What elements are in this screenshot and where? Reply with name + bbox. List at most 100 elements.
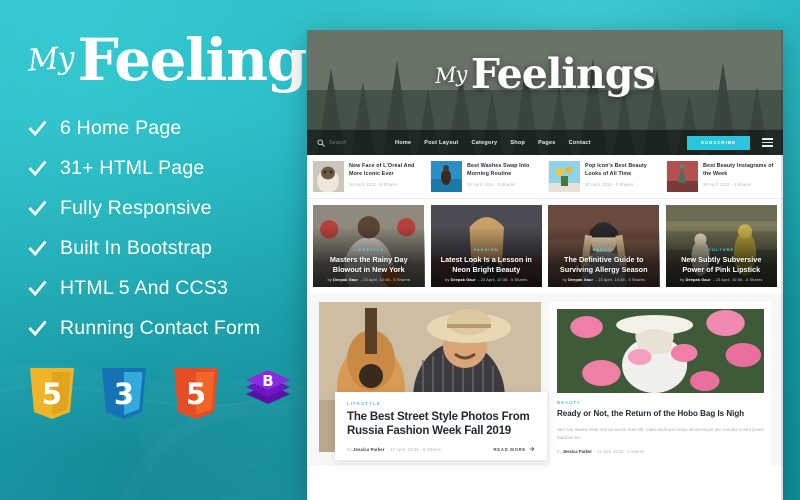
strip-card[interactable]: Best Washes Swap Into Morning Routine 26… (431, 161, 549, 192)
read-more-link[interactable]: READ MORE (493, 446, 535, 452)
featured-body: BEAUTY The Definitive Guide to Surviving… (548, 247, 660, 282)
check-icon (28, 281, 47, 297)
feature-item: 6 Home Page (28, 117, 292, 140)
main-post-overlay: LIFESTYLE The Best Street Style Photos F… (335, 391, 547, 460)
check-icon (28, 161, 47, 177)
featured-author: Deepak Gaur (685, 278, 711, 282)
featured-title: Masters the Rainy Day Blowout in New Yor… (329, 254, 408, 274)
featured-category: BEAUTY (592, 247, 616, 253)
feature-label: Fully Responsive (60, 197, 212, 220)
feature-label: Running Contact Form (60, 317, 261, 340)
featured-date: 23 April, 10:36 - 5 Shares (598, 278, 645, 282)
strip-meta: 26 April, 2011 - 5 Shares (349, 181, 398, 187)
nav-link-category[interactable]: Category (472, 140, 498, 146)
side-post-title: Ready or Not, the Return of the Hobo Bag… (557, 409, 745, 418)
side-post-date: 23 April, 10:36 - 5 Shares (596, 449, 645, 455)
featured-card[interactable]: CULTURE New Subtly Subversive Power of P… (665, 205, 778, 287)
featured-body: FASHION Latest Look Is a Lesson in Neon … (431, 247, 543, 282)
site-hero: My Feelings Home Post Layout Category Sh… (307, 30, 783, 155)
strip-card[interactable]: Best Beauty Instagrams of the Week 26 Ap… (667, 161, 783, 192)
feature-label: 6 Home Page (60, 117, 182, 140)
featured-title: The Definitive Guide to Surviving Allerg… (559, 254, 648, 274)
feature-label: Built In Bootstrap (60, 237, 213, 260)
site-navbar: Home Post Layout Category Shop Pages Con… (307, 129, 783, 155)
feature-item: HTML 5 And CCS3 (28, 277, 292, 300)
strip-card[interactable]: New Face of L'Oréal And More Iconic Ever… (313, 161, 431, 192)
nav-link-post-layout[interactable]: Post Layout (424, 140, 458, 146)
featured-title: Latest Look Is a Lesson in Neon Bright B… (440, 254, 532, 274)
javascript-badge-icon: 5 (30, 368, 74, 419)
strip-thumbnail (549, 161, 580, 192)
main-post-category: LIFESTYLE (347, 400, 381, 406)
mock-right-edge (781, 30, 783, 500)
main-post-meta-row: by Jessica Parker - 23 April, 10:36 - 5 … (347, 446, 535, 452)
promo-logo-my: My (26, 40, 75, 79)
featured-date: 23 April, 10:36 - 5 Shares (363, 278, 410, 282)
side-post-meta: by Jessica Parker - 23 April, 10:36 - 5 … (557, 449, 645, 455)
featured-body: LIFESTYLE Masters the Rainy Day Blowout … (313, 247, 425, 282)
strip-thumbnail (667, 161, 698, 192)
site-logo-main: Feelings (470, 50, 656, 98)
svg-text:5: 5 (42, 377, 62, 411)
feature-label: 31+ HTML Page (60, 157, 205, 180)
side-post-image (557, 309, 764, 393)
search-box[interactable] (317, 139, 389, 147)
feature-item: Running Contact Form (28, 317, 292, 340)
svg-text:3: 3 (114, 377, 134, 411)
nav-link-contact[interactable]: Contact (569, 140, 591, 146)
main-post-by-label: by (347, 446, 352, 452)
side-post-card[interactable]: BEAUTY Ready or Not, the Return of the H… (550, 302, 771, 466)
featured-date: 23 April, 10:36 - 5 Shares (480, 278, 528, 282)
nav-link-shop[interactable]: Shop (510, 140, 525, 146)
search-input[interactable] (329, 139, 381, 146)
nav-link-pages[interactable]: Pages (538, 140, 555, 146)
feature-item: Fully Responsive (28, 197, 292, 220)
site-logo-my: My (434, 61, 468, 88)
featured-author: Deepak Gaur (568, 278, 594, 282)
check-icon (28, 321, 47, 337)
strip-thumbnail (313, 161, 344, 192)
strip-thumbnail (431, 161, 462, 192)
featured-body: CULTURE New Subtly Subversive Power of P… (666, 247, 778, 282)
feature-label: HTML 5 And CCS3 (60, 277, 229, 300)
read-more-label: READ MORE (493, 446, 526, 452)
technology-badges: 5 3 5 B (26, 364, 294, 422)
strip-text: Best Beauty Instagrams of the Week 26 Ap… (703, 161, 778, 187)
strip-title: New Face of L'Oréal And More Iconic Ever (349, 163, 415, 178)
feature-list: 6 Home Page 31+ HTML Page Fully Responsi… (28, 117, 292, 340)
hamburger-menu-icon[interactable] (762, 138, 773, 147)
featured-meta: by Deepak Gaur - 23 April, 10:36 - 5 Sha… (680, 278, 763, 282)
lower-content: LIFESTYLE The Best Street Style Photos F… (307, 293, 783, 466)
featured-meta: by Deepak Gaur - 23 April, 10:36 - 5 Sha… (562, 278, 645, 282)
strip-card[interactable]: Pop Icon's Best Beauty Looks of All Time… (549, 161, 667, 192)
main-post-title: The Best Street Style Photos From Russia… (347, 410, 530, 438)
side-post-excerpt: Sed non mauris vitae erat au auctor eum … (557, 426, 764, 440)
strip-meta: 26 April, 2011 - 5 Shares (585, 181, 634, 187)
promo-panel: My Feelings 6 Home Page 31+ HTML Page Fu… (0, 0, 339, 500)
main-post-card[interactable]: LIFESTYLE The Best Street Style Photos F… (319, 302, 547, 466)
strip-text: New Face of L'Oréal And More Iconic Ever… (349, 161, 424, 187)
featured-author: Deepak Gaur (333, 278, 359, 282)
check-icon (28, 241, 47, 257)
svg-text:5: 5 (186, 377, 206, 411)
feature-item: 31+ HTML Page (28, 157, 292, 180)
site-logo: My Feelings (307, 50, 783, 98)
featured-card[interactable]: FASHION Latest Look Is a Lesson in Neon … (430, 205, 543, 287)
website-preview-mock: My Feelings Home Post Layout Category Sh… (307, 30, 783, 500)
search-icon[interactable] (317, 139, 325, 147)
featured-meta: by Deepak Gaur - 23 April, 10:36 - 5 Sha… (327, 278, 410, 282)
featured-meta: by Deepak Gaur - 23 April, 10:36 - 5 Sha… (445, 278, 528, 282)
strip-text: Pop Icon's Best Beauty Looks of All Time… (585, 161, 660, 187)
side-post-by-label: by (557, 449, 562, 455)
check-icon (28, 121, 47, 137)
side-post-author: Jessica Parker (562, 449, 592, 455)
strip-meta: 26 April, 2011 - 5 Shares (703, 181, 752, 187)
subscribe-button[interactable]: SUBSCRIBE (686, 135, 750, 150)
svg-text:B: B (262, 372, 273, 390)
feature-item: Built In Bootstrap (28, 237, 292, 260)
featured-date: 23 April, 10:36 - 5 Shares (715, 278, 763, 282)
nav-link-home[interactable]: Home (395, 140, 411, 146)
main-post-meta: by Jessica Parker - 23 April, 10:36 - 5 … (347, 446, 444, 452)
featured-card[interactable]: BEAUTY The Definitive Guide to Surviving… (548, 205, 660, 287)
featured-card[interactable]: LIFESTYLE Masters the Rainy Day Blowout … (313, 205, 425, 287)
